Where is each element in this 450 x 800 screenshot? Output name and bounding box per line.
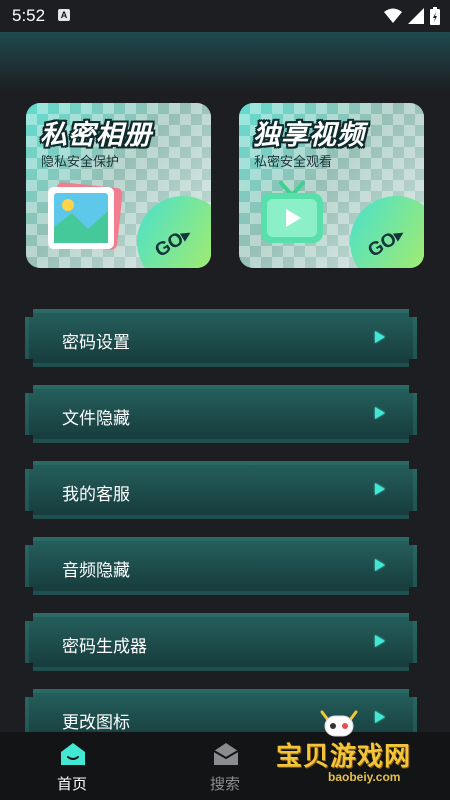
- status-time: 5:52: [12, 6, 46, 25]
- watermark-url: baobeiy.com: [328, 770, 401, 784]
- menu-item-label: 密码生成器: [62, 637, 147, 656]
- status-icons: [384, 7, 440, 25]
- tab-home[interactable]: 首页: [27, 732, 117, 800]
- play-arrow-icon: [375, 483, 385, 495]
- wifi-icon: [384, 8, 402, 23]
- menu-item-label: 文件隐藏: [62, 409, 130, 428]
- card-title: 私密相册: [40, 120, 152, 150]
- tv-play-icon: [261, 181, 323, 243]
- menu-item-label: 音频隐藏: [62, 561, 130, 580]
- header-glow: [0, 32, 450, 92]
- battery-icon: [430, 7, 440, 25]
- menu-item-label: 密码设置: [62, 333, 130, 352]
- tab-label: 首页: [56, 776, 87, 793]
- tab-search[interactable]: 搜索: [180, 732, 270, 800]
- watermark: 宝贝游戏网 baobeiy.com: [270, 706, 440, 786]
- home-icon: [61, 743, 85, 765]
- private-album-card[interactable]: 私密相册 隐私安全保护 GO▸: [26, 103, 211, 268]
- play-arrow-icon: [375, 559, 385, 571]
- notification-icon: A: [58, 9, 70, 21]
- menu-item-password-settings[interactable]: 密码设置: [25, 309, 417, 367]
- gamepad-mascot-icon: [320, 710, 358, 737]
- menu-item-label: 我的客服: [62, 485, 130, 504]
- status-bar: 5:52 A: [0, 0, 450, 32]
- card-subtitle: 私密安全观看: [254, 154, 333, 169]
- photo-album-icon: [48, 182, 123, 250]
- play-arrow-icon: [375, 407, 385, 419]
- watermark-text: 宝贝游戏网: [276, 741, 412, 771]
- cellular-signal-icon: [408, 8, 424, 24]
- card-title: 独享视频: [253, 120, 365, 150]
- exclusive-video-card[interactable]: 独享视频 私密安全观看 GO▸: [239, 103, 424, 268]
- tab-label: 搜索: [209, 776, 240, 793]
- card-subtitle: 隐私安全保护: [41, 154, 120, 169]
- menu-item-file-hide[interactable]: 文件隐藏: [25, 385, 417, 443]
- play-arrow-icon: [375, 635, 385, 647]
- play-arrow-icon: [375, 331, 385, 343]
- search-box-icon: [213, 743, 239, 765]
- menu-item-audio-hide[interactable]: 音频隐藏: [25, 537, 417, 595]
- menu-item-label: 更改图标: [62, 713, 130, 732]
- menu-item-customer-service[interactable]: 我的客服: [25, 461, 417, 519]
- menu-item-password-generator[interactable]: 密码生成器: [25, 613, 417, 671]
